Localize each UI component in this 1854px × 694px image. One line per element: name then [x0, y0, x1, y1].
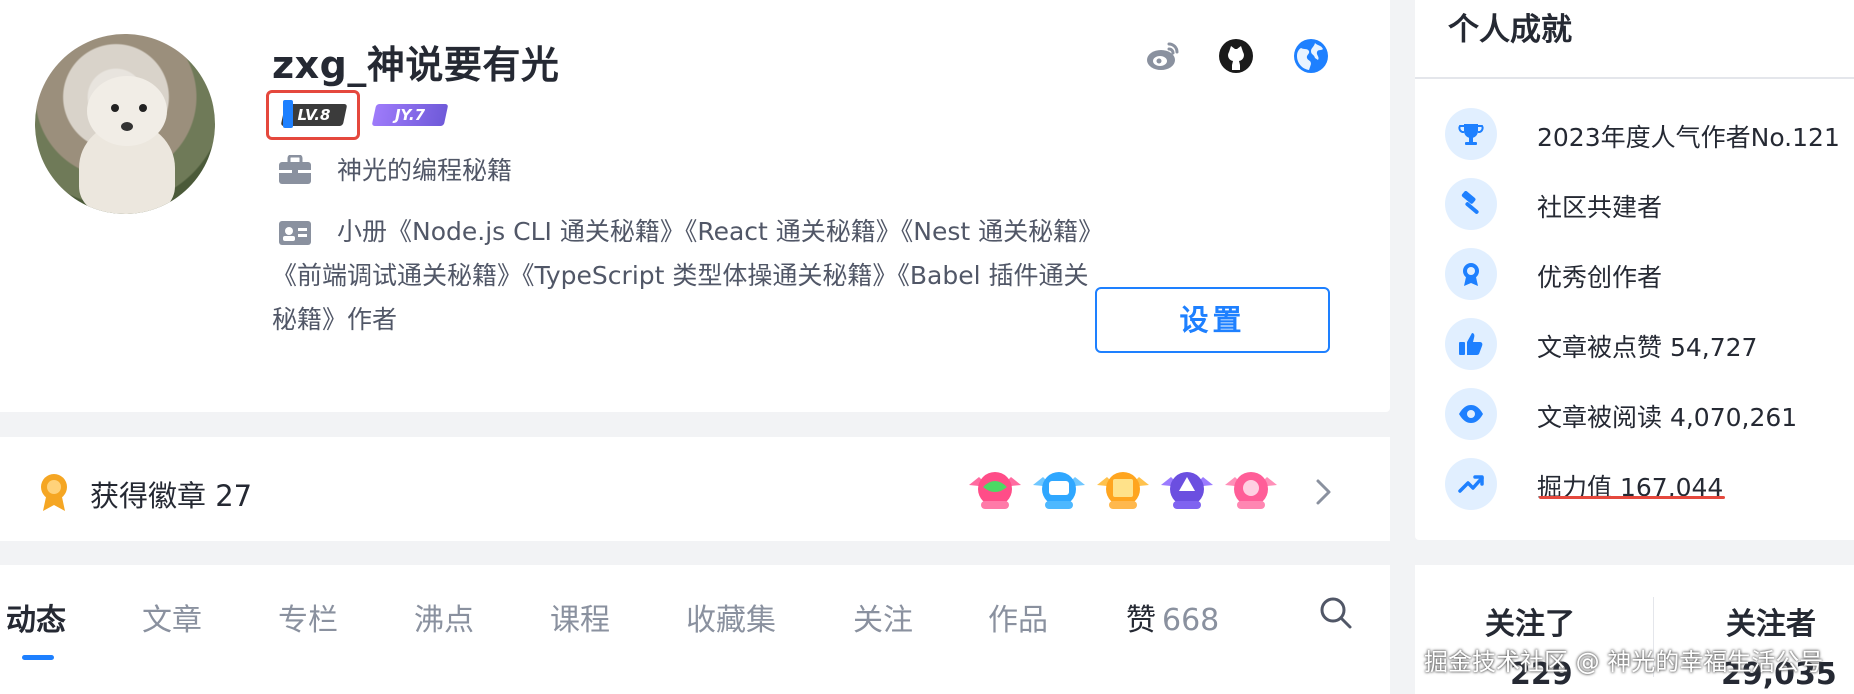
jy-badge-label: JY.7 — [394, 106, 426, 124]
github-icon[interactable] — [1218, 38, 1254, 74]
achievement-item: 优秀创作者 — [1445, 248, 1845, 302]
tab-pins[interactable]: 沸点 — [414, 595, 474, 639]
achievement-text: 优秀创作者 — [1537, 263, 1663, 292]
followers-label[interactable]: 关注者 — [1726, 599, 1816, 643]
settings-button[interactable]: 设置 — [1095, 287, 1330, 353]
tab-likes[interactable]: 赞 668 — [1126, 595, 1219, 639]
divider — [1415, 77, 1854, 79]
avatar-dog-head — [87, 76, 167, 146]
eye-icon — [1445, 388, 1497, 440]
medal-5[interactable] — [1223, 467, 1279, 513]
achievement-item: 社区共建者 — [1445, 178, 1845, 232]
avatar-dog-eye — [139, 104, 147, 112]
achievement-text: 文章被点赞 54,727 — [1537, 333, 1758, 362]
achievement-item: 掘力值 167,044 — [1445, 458, 1845, 512]
tab-collections[interactable]: 收藏集 — [686, 595, 776, 639]
tab-courses[interactable]: 课程 — [550, 595, 610, 639]
avatar-dog-eye — [111, 104, 119, 112]
globe-icon[interactable] — [1293, 38, 1329, 74]
medal-icon — [41, 474, 67, 511]
trophy-icon — [1445, 108, 1497, 160]
achievement-item: 2023年度人气作者No.121 — [1445, 108, 1845, 162]
achievements-card: 个人成就 2023年度人气作者No.121 社区共建者 优秀创作者 文章被点赞 … — [1415, 0, 1854, 540]
level-flag-icon — [283, 100, 293, 128]
search-icon[interactable] — [1318, 595, 1354, 631]
achievement-text: 文章被阅读 4,070,261 — [1537, 403, 1798, 432]
achievement-text: 社区共建者 — [1537, 193, 1663, 222]
medal-4[interactable] — [1159, 467, 1215, 513]
tab-activity[interactable]: 动态 — [6, 595, 66, 639]
briefcase-icon — [279, 155, 311, 184]
avatar[interactable] — [35, 34, 215, 214]
active-tab-indicator — [22, 655, 54, 660]
medal-3[interactable] — [1095, 467, 1151, 513]
profile-card: zxg_神说要有光 LV.8 JY.7 神光的编程秘籍 小册《Node.js C… — [0, 0, 1390, 412]
achievement-item: 文章被阅读 4,070,261 — [1445, 388, 1845, 442]
tab-following[interactable]: 关注 — [853, 595, 913, 639]
profile-description: 小册《Node.js CLI 通关秘籍》《React 通关秘籍》《Nest 通关… — [272, 217, 1091, 334]
highlight-underline — [1539, 496, 1725, 499]
watermark-text: 掘金技术社区 @ 神光的幸福生活公号 — [1424, 648, 1824, 676]
medal-1[interactable] — [967, 467, 1023, 513]
tab-likes-count: 668 — [1162, 603, 1220, 638]
job-title: 神光的编程秘籍 — [337, 156, 513, 185]
achievement-item: 文章被点赞 54,727 — [1445, 318, 1845, 372]
medal-2[interactable] — [1031, 467, 1087, 513]
chevron-right-icon[interactable] — [1314, 477, 1334, 507]
tab-columns[interactable]: 专栏 — [278, 595, 338, 639]
jy-badge[interactable]: JY.7 — [371, 104, 449, 126]
achievement-text: 2023年度人气作者No.121 — [1537, 123, 1840, 152]
achievements-title: 个人成就 — [1448, 12, 1572, 48]
following-label[interactable]: 关注了 — [1485, 599, 1575, 643]
profile-tabs: 动态 文章 专栏 沸点 课程 收藏集 关注 作品 赞 668 — [0, 565, 1390, 694]
tab-articles[interactable]: 文章 — [142, 595, 202, 639]
tab-likes-label: 赞 — [1126, 603, 1156, 638]
badges-bar[interactable]: 获得徽章 27 — [0, 437, 1390, 541]
username: zxg_神说要有光 — [272, 43, 560, 87]
award-ribbon-icon — [1445, 248, 1497, 300]
badges-count-label: 获得徽章 27 — [90, 479, 253, 513]
tab-works[interactable]: 作品 — [988, 595, 1048, 639]
avatar-dog-nose — [121, 122, 133, 131]
hammer-icon — [1445, 178, 1497, 230]
thumbs-up-icon — [1445, 318, 1497, 370]
weibo-icon[interactable] — [1145, 38, 1181, 74]
trend-up-icon — [1445, 458, 1497, 510]
